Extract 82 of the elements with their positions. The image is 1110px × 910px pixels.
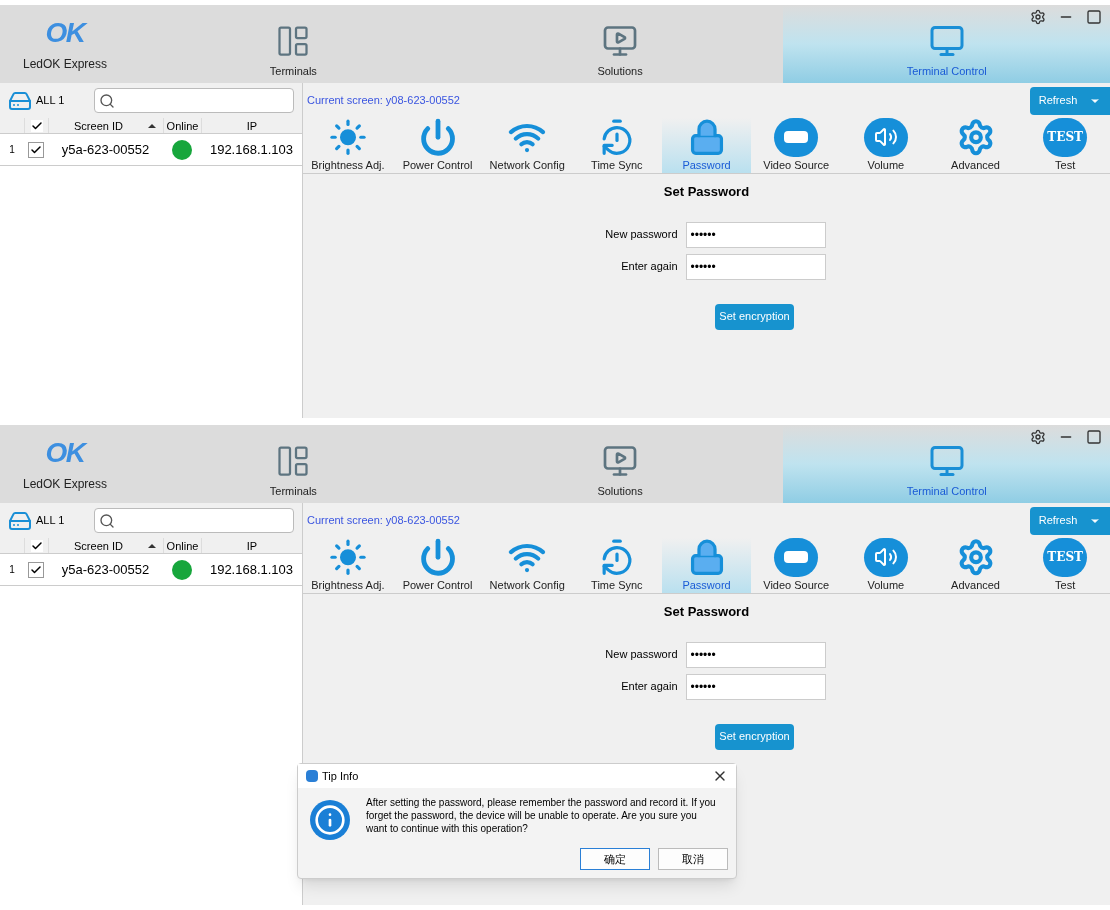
tool-button[interactable]: TEST Test [1020,538,1110,593]
app-name: LedOK Express [22,476,107,493]
field-label: Enter again [620,679,678,695]
group-label: ALL 1 [36,513,66,529]
speaker-icon [863,538,908,577]
column-header[interactable]: Online [163,538,201,553]
tool-button[interactable]: Advanced [930,538,1021,593]
form-title: Set Password [663,183,750,201]
tool-button[interactable]: Password [661,118,752,173]
tool-button[interactable]: Video Source [751,538,842,593]
test-icon: TEST [1043,118,1088,157]
password-field[interactable]: •••••• [685,641,826,668]
maximize-icon[interactable] [1086,429,1102,445]
tool-button[interactable]: Advanced [930,118,1021,173]
nav-tab[interactable]: Terminals [130,425,457,503]
app-icon [306,770,318,782]
tool-button[interactable]: Power Control [392,118,483,173]
column-header[interactable]: IP [201,118,302,133]
search-field[interactable] [94,88,294,113]
info-icon [310,800,350,840]
settings-icon[interactable] [1030,9,1046,25]
tool-button[interactable]: Time Sync [572,118,662,173]
tool-button[interactable]: Volume [841,538,931,593]
dialog-message: After setting the password, please remember the password and record it. If you forget the password, the device will be unable to operate. Are you sure you want to continue with this operation? [366,796,717,836]
tool-button[interactable]: Network Config [482,538,572,593]
logo: OK [45,19,85,47]
tool-button[interactable]: Brightness Adj. [303,118,393,173]
app-name: LedOK Express [22,56,107,73]
check-icon [30,539,43,552]
field-label: Enter again [620,259,678,275]
search-field[interactable] [94,508,294,533]
column-header[interactable]: Screen ID [48,538,148,553]
field-label: New password [604,647,678,663]
tool-button[interactable]: Power Control [392,538,483,593]
nav-tab[interactable]: Terminals [130,5,457,83]
search-icon [99,512,115,529]
tool-button[interactable]: Time Sync [572,538,662,593]
nav-tab[interactable]: Solutions [456,5,784,83]
tool-button[interactable]: Network Config [482,118,572,173]
header-checkbox[interactable] [30,119,43,132]
current-screen: Current screen: y08-623-00552 [306,513,460,529]
group-label: ALL 1 [36,93,66,109]
column-header[interactable]: Screen ID [48,118,148,133]
maximize-icon[interactable] [1086,9,1102,25]
nav-tab[interactable]: Solutions [456,425,784,503]
check-icon [30,119,43,132]
settings-icon[interactable] [1030,429,1046,445]
password-field[interactable]: •••••• [685,221,826,248]
search-icon [99,92,115,109]
row-checkbox[interactable] [28,561,44,578]
tool-button[interactable]: Password [661,538,752,593]
table-cell-text: 192.168.1.103 [208,560,295,579]
dialog-title: Tip Info [322,768,360,784]
current-screen: Current screen: y08-623-00552 [306,93,460,109]
column-header[interactable]: IP [201,538,302,553]
check-icon [30,563,42,576]
row-number: 1 [8,143,16,157]
test-icon: TEST [1043,538,1088,577]
logo: OK [45,439,85,467]
row-number: 1 [8,563,16,577]
check-icon [30,143,42,156]
header-checkbox[interactable] [30,539,43,552]
tool-button[interactable]: Video Source [751,118,842,173]
password-field[interactable]: •••••• [685,673,826,700]
speaker-icon [863,118,908,157]
password-field[interactable]: •••••• [685,253,826,280]
tool-button[interactable]: TEST Test [1020,118,1110,173]
dialog-button[interactable]: 确定 [580,848,650,870]
column-header[interactable]: Online [163,118,201,133]
row-checkbox[interactable] [28,141,44,158]
tool-button[interactable]: Brightness Adj. [303,538,393,593]
port-icon [774,538,819,577]
sort-icon [148,123,156,128]
port-icon [774,118,819,157]
sort-icon [148,543,156,548]
field-label: New password [604,227,678,243]
table-cell-text: y5a-623-00552 [60,560,151,579]
form-title: Set Password [663,603,750,621]
table-cell-text: y5a-623-00552 [60,140,151,159]
dialog-button[interactable]: 取消 [658,848,728,870]
tool-button[interactable]: Volume [841,118,931,173]
table-cell-text: 192.168.1.103 [208,140,295,159]
